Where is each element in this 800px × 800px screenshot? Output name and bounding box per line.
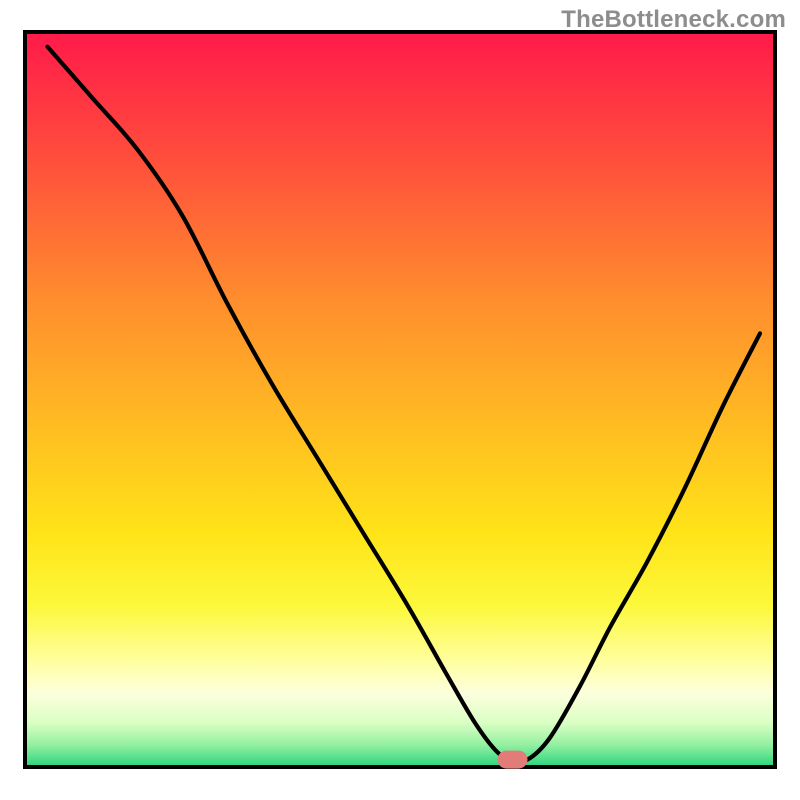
chart-svg	[0, 0, 800, 800]
optimal-range-marker	[498, 751, 528, 769]
watermark-text: TheBottleneck.com	[561, 6, 786, 34]
plot-background	[25, 32, 775, 767]
bottleneck-chart: TheBottleneck.com	[0, 0, 800, 800]
